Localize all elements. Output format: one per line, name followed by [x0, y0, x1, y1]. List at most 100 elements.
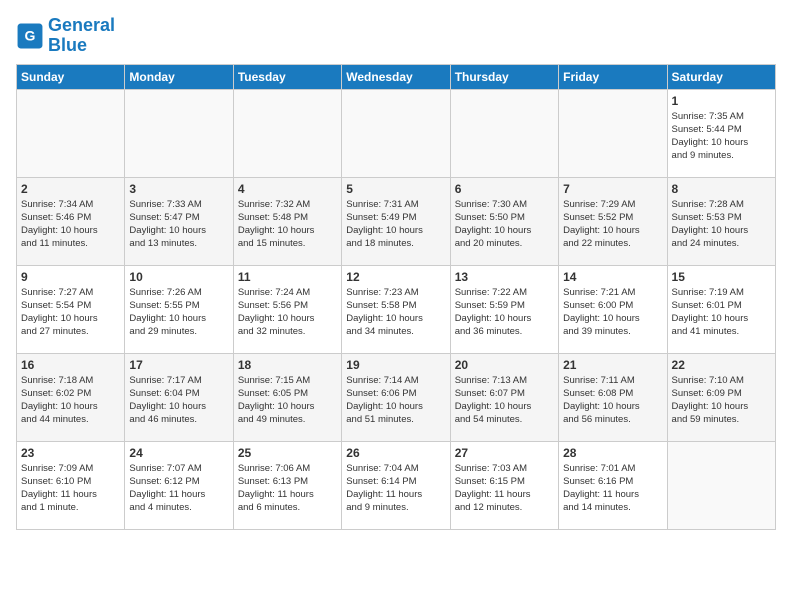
calendar-cell [667, 441, 775, 529]
day-info: Sunrise: 7:01 AM Sunset: 6:16 PM Dayligh… [563, 462, 662, 515]
col-header-friday: Friday [559, 64, 667, 89]
day-info: Sunrise: 7:30 AM Sunset: 5:50 PM Dayligh… [455, 198, 554, 251]
col-header-tuesday: Tuesday [233, 64, 341, 89]
day-info: Sunrise: 7:17 AM Sunset: 6:04 PM Dayligh… [129, 374, 228, 427]
calendar-cell [450, 89, 558, 177]
day-number: 17 [129, 358, 228, 372]
calendar-cell: 7 Sunrise: 7:29 AM Sunset: 5:52 PM Daylig… [559, 177, 667, 265]
day-number: 22 [672, 358, 771, 372]
day-number: 7 [563, 182, 662, 196]
day-number: 9 [21, 270, 120, 284]
calendar-cell: 10 Sunrise: 7:26 AM Sunset: 5:55 PM Dayli… [125, 265, 233, 353]
day-info: Sunrise: 7:28 AM Sunset: 5:53 PM Dayligh… [672, 198, 771, 251]
day-info: Sunrise: 7:14 AM Sunset: 6:06 PM Dayligh… [346, 374, 445, 427]
day-info: Sunrise: 7:35 AM Sunset: 5:44 PM Dayligh… [672, 110, 771, 163]
calendar-cell: 8Sunrise: 7:28 AM Sunset: 5:53 PM Daylig… [667, 177, 775, 265]
calendar-cell: 1 Sunrise: 7:35 AM Sunset: 5:44 PM Daylig… [667, 89, 775, 177]
day-info: Sunrise: 7:06 AM Sunset: 6:13 PM Dayligh… [238, 462, 337, 515]
logo: G General Blue [16, 16, 115, 56]
calendar-cell: 23 Sunrise: 7:09 AM Sunset: 6:10 PM Dayli… [17, 441, 125, 529]
day-number: 28 [563, 446, 662, 460]
calendar-table: SundayMondayTuesdayWednesdayThursdayFrid… [16, 64, 776, 530]
calendar-cell: 27 Sunrise: 7:03 AM Sunset: 6:15 PM Dayli… [450, 441, 558, 529]
calendar-cell: 25 Sunrise: 7:06 AM Sunset: 6:13 PM Dayli… [233, 441, 341, 529]
day-number: 11 [238, 270, 337, 284]
day-info: Sunrise: 7:18 AM Sunset: 6:02 PM Dayligh… [21, 374, 120, 427]
day-number: 6 [455, 182, 554, 196]
day-info: Sunrise: 7:29 AM Sunset: 5:52 PM Dayligh… [563, 198, 662, 251]
day-number: 18 [238, 358, 337, 372]
day-info: Sunrise: 7:10 AM Sunset: 6:09 PM Dayligh… [672, 374, 771, 427]
day-number: 26 [346, 446, 445, 460]
calendar-cell [17, 89, 125, 177]
day-number: 20 [455, 358, 554, 372]
calendar-cell: 21 Sunrise: 7:11 AM Sunset: 6:08 PM Dayli… [559, 353, 667, 441]
day-info: Sunrise: 7:07 AM Sunset: 6:12 PM Dayligh… [129, 462, 228, 515]
calendar-cell: 5 Sunrise: 7:31 AM Sunset: 5:49 PM Daylig… [342, 177, 450, 265]
calendar-cell [342, 89, 450, 177]
col-header-monday: Monday [125, 64, 233, 89]
day-number: 19 [346, 358, 445, 372]
calendar-cell: 9 Sunrise: 7:27 AM Sunset: 5:54 PM Daylig… [17, 265, 125, 353]
col-header-thursday: Thursday [450, 64, 558, 89]
page-header: G General Blue [16, 16, 776, 56]
calendar-cell: 4 Sunrise: 7:32 AM Sunset: 5:48 PM Daylig… [233, 177, 341, 265]
day-info: Sunrise: 7:26 AM Sunset: 5:55 PM Dayligh… [129, 286, 228, 339]
calendar-cell: 17 Sunrise: 7:17 AM Sunset: 6:04 PM Dayli… [125, 353, 233, 441]
calendar-cell: 14 Sunrise: 7:21 AM Sunset: 6:00 PM Dayli… [559, 265, 667, 353]
day-number: 10 [129, 270, 228, 284]
calendar-cell: 18 Sunrise: 7:15 AM Sunset: 6:05 PM Dayli… [233, 353, 341, 441]
day-info: Sunrise: 7:09 AM Sunset: 6:10 PM Dayligh… [21, 462, 120, 515]
logo-text: General Blue [48, 16, 115, 56]
calendar-cell: 15 Sunrise: 7:19 AM Sunset: 6:01 PM Dayli… [667, 265, 775, 353]
day-number: 14 [563, 270, 662, 284]
day-number: 25 [238, 446, 337, 460]
day-info: Sunrise: 7:27 AM Sunset: 5:54 PM Dayligh… [21, 286, 120, 339]
calendar-cell: 2 Sunrise: 7:34 AM Sunset: 5:46 PM Daylig… [17, 177, 125, 265]
calendar-cell: 6 Sunrise: 7:30 AM Sunset: 5:50 PM Daylig… [450, 177, 558, 265]
day-number: 27 [455, 446, 554, 460]
day-number: 2 [21, 182, 120, 196]
day-info: Sunrise: 7:19 AM Sunset: 6:01 PM Dayligh… [672, 286, 771, 339]
calendar-cell: 22 Sunrise: 7:10 AM Sunset: 6:09 PM Dayli… [667, 353, 775, 441]
day-number: 16 [21, 358, 120, 372]
day-info: Sunrise: 7:31 AM Sunset: 5:49 PM Dayligh… [346, 198, 445, 251]
day-number: 21 [563, 358, 662, 372]
day-number: 23 [21, 446, 120, 460]
day-number: 3 [129, 182, 228, 196]
day-info: Sunrise: 7:03 AM Sunset: 6:15 PM Dayligh… [455, 462, 554, 515]
svg-text:G: G [25, 27, 36, 43]
day-info: Sunrise: 7:24 AM Sunset: 5:56 PM Dayligh… [238, 286, 337, 339]
day-info: Sunrise: 7:32 AM Sunset: 5:48 PM Dayligh… [238, 198, 337, 251]
calendar-cell: 13Sunrise: 7:22 AM Sunset: 5:59 PM Dayli… [450, 265, 558, 353]
logo-icon: G [16, 22, 44, 50]
calendar-cell: 12 Sunrise: 7:23 AM Sunset: 5:58 PM Dayli… [342, 265, 450, 353]
calendar-cell: 24 Sunrise: 7:07 AM Sunset: 6:12 PM Dayli… [125, 441, 233, 529]
day-number: 5 [346, 182, 445, 196]
day-info: Sunrise: 7:11 AM Sunset: 6:08 PM Dayligh… [563, 374, 662, 427]
day-info: Sunrise: 7:33 AM Sunset: 5:47 PM Dayligh… [129, 198, 228, 251]
calendar-cell: 16 Sunrise: 7:18 AM Sunset: 6:02 PM Dayli… [17, 353, 125, 441]
day-info: Sunrise: 7:04 AM Sunset: 6:14 PM Dayligh… [346, 462, 445, 515]
day-number: 24 [129, 446, 228, 460]
calendar-cell: 26 Sunrise: 7:04 AM Sunset: 6:14 PM Dayli… [342, 441, 450, 529]
calendar-cell [125, 89, 233, 177]
col-header-saturday: Saturday [667, 64, 775, 89]
day-info: Sunrise: 7:34 AM Sunset: 5:46 PM Dayligh… [21, 198, 120, 251]
calendar-cell: 11 Sunrise: 7:24 AM Sunset: 5:56 PM Dayli… [233, 265, 341, 353]
calendar-cell: 28 Sunrise: 7:01 AM Sunset: 6:16 PM Dayli… [559, 441, 667, 529]
day-number: 13 [455, 270, 554, 284]
calendar-cell [233, 89, 341, 177]
calendar-cell: 20Sunrise: 7:13 AM Sunset: 6:07 PM Dayli… [450, 353, 558, 441]
day-info: Sunrise: 7:21 AM Sunset: 6:00 PM Dayligh… [563, 286, 662, 339]
calendar-cell [559, 89, 667, 177]
col-header-wednesday: Wednesday [342, 64, 450, 89]
day-number: 12 [346, 270, 445, 284]
day-info: Sunrise: 7:15 AM Sunset: 6:05 PM Dayligh… [238, 374, 337, 427]
day-number: 1 [672, 94, 771, 108]
calendar-cell: 19 Sunrise: 7:14 AM Sunset: 6:06 PM Dayli… [342, 353, 450, 441]
day-number: 4 [238, 182, 337, 196]
day-number: 15 [672, 270, 771, 284]
col-header-sunday: Sunday [17, 64, 125, 89]
day-info: Sunrise: 7:23 AM Sunset: 5:58 PM Dayligh… [346, 286, 445, 339]
